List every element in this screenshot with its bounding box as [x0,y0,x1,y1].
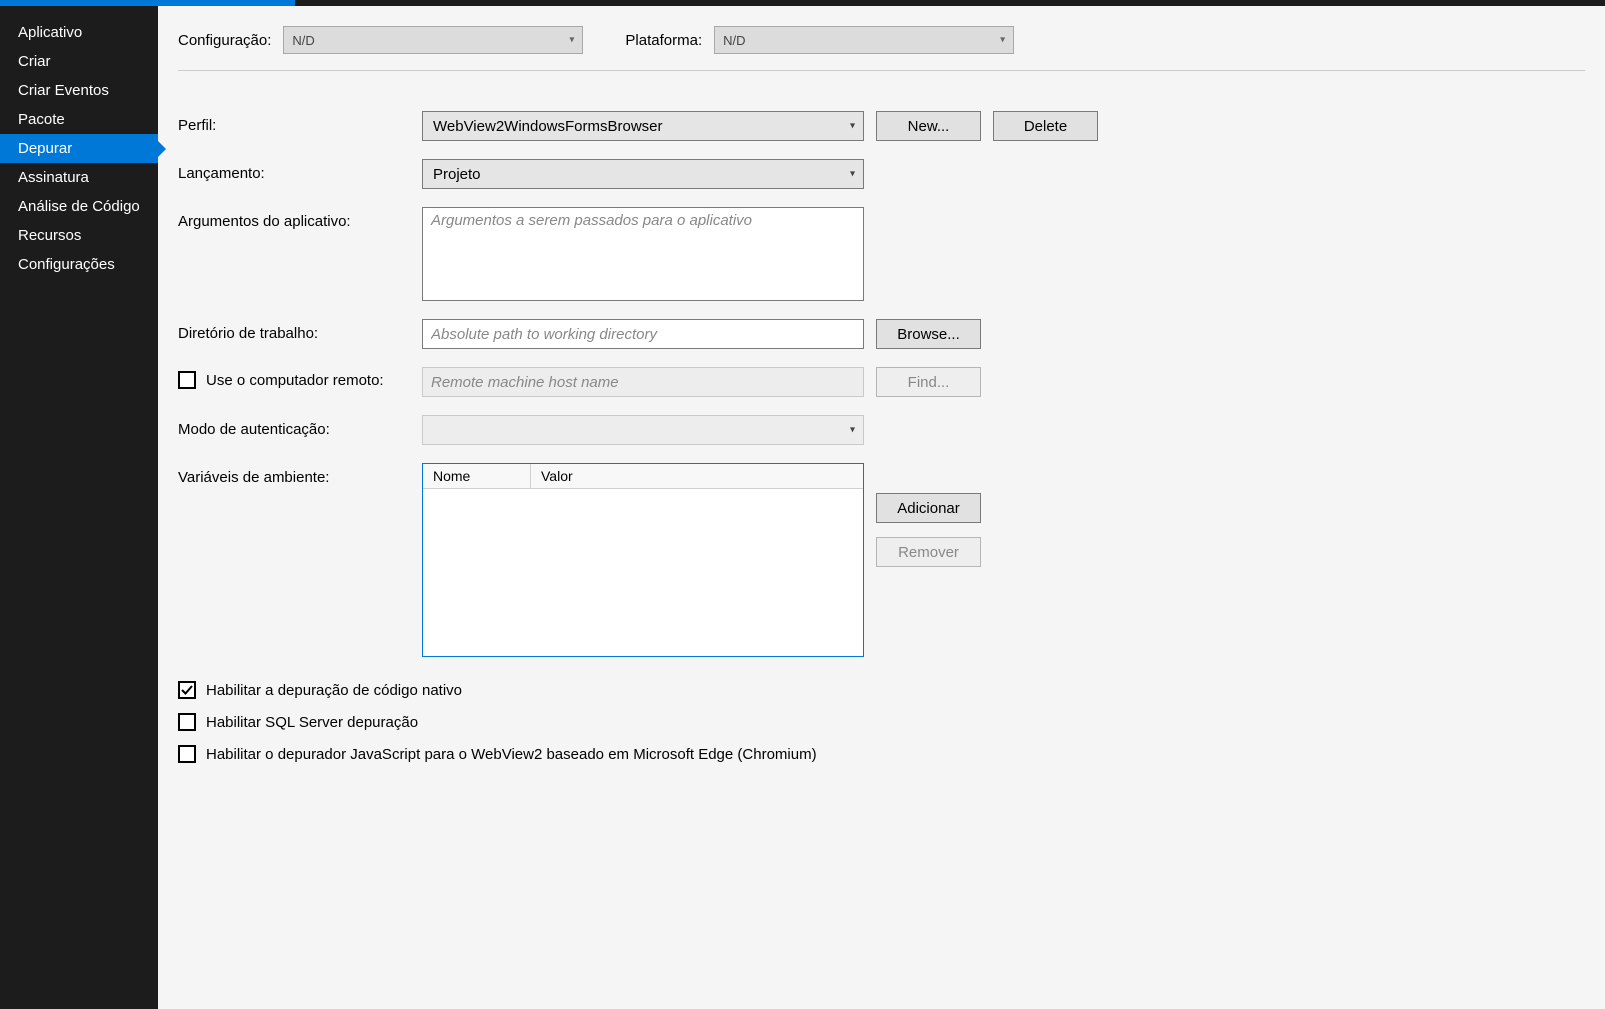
sidebar-item-build[interactable]: Criar [0,47,158,76]
use-remote-label: Use o computador remoto: [206,372,384,389]
profile-select[interactable]: WebView2WindowsFormsBrowser ▾ [422,111,864,141]
sidebar-item-label: Aplicativo [18,24,82,41]
chevron-down-icon: ▾ [850,121,855,132]
platform-label: Plataforma: [625,32,702,49]
env-col-value: Valor [531,464,863,488]
sidebar: Aplicativo Criar Criar Eventos Pacote De… [0,6,158,1009]
configuration-combo[interactable]: N/D ▾ [283,26,583,54]
auth-mode-select: ▾ [422,415,864,445]
sidebar-item-label: Recursos [18,227,81,244]
sidebar-item-package[interactable]: Pacote [0,105,158,134]
configuration-label: Configuração: [178,32,271,49]
chevron-down-icon: ▾ [850,425,855,436]
content-pane: Configuração: N/D ▾ Plataforma: N/D ▾ Pe… [158,6,1605,1009]
profile-value: WebView2WindowsFormsBrowser [433,118,663,135]
sidebar-item-label: Análise de Código [18,198,140,215]
sidebar-item-label: Pacote [18,111,65,128]
use-remote-checkbox[interactable] [178,371,196,389]
launch-select[interactable]: Projeto ▾ [422,159,864,189]
app-args-label: Argumentos do aplicativo: [178,207,422,230]
delete-profile-button[interactable]: Delete [993,111,1098,141]
new-profile-button[interactable]: New... [876,111,981,141]
sidebar-item-label: Criar [18,53,51,70]
workdir-input[interactable] [422,319,864,349]
sidebar-item-label: Criar Eventos [18,82,109,99]
sidebar-item-build-events[interactable]: Criar Eventos [0,76,158,105]
find-button: Find... [876,367,981,397]
native-debug-checkbox[interactable] [178,681,196,699]
env-vars-grid[interactable]: Nome Valor [422,463,864,657]
chevron-down-icon: ▾ [1000,35,1005,46]
sidebar-item-label: Depurar [18,140,72,157]
sidebar-item-application[interactable]: Aplicativo [0,18,158,47]
platform-combo[interactable]: N/D ▾ [714,26,1014,54]
sql-debug-checkbox[interactable] [178,713,196,731]
remove-env-button: Remover [876,537,981,567]
sql-debug-label: Habilitar SQL Server depuração [206,714,418,731]
auth-mode-label: Modo de autenticação: [178,415,422,438]
sidebar-item-code-analysis[interactable]: Análise de Código [0,192,158,221]
browse-button[interactable]: Browse... [876,319,981,349]
sidebar-item-resources[interactable]: Recursos [0,221,158,250]
platform-value: N/D [723,33,745,48]
sidebar-item-debug[interactable]: Depurar [0,134,158,163]
chevron-down-icon: ▾ [850,169,855,180]
add-env-button[interactable]: Adicionar [876,493,981,523]
js-debug-label: Habilitar o depurador JavaScript para o … [206,746,817,763]
native-debug-label: Habilitar a depuração de código nativo [206,682,462,699]
workdir-label: Diretório de trabalho: [178,319,422,342]
env-vars-label: Variáveis de ambiente: [178,463,422,486]
chevron-down-icon: ▾ [569,35,574,46]
js-debug-checkbox[interactable] [178,745,196,763]
configuration-value: N/D [292,33,314,48]
launch-label: Lançamento: [178,159,422,182]
sidebar-item-label: Assinatura [18,169,89,186]
config-bar: Configuração: N/D ▾ Plataforma: N/D ▾ [178,26,1585,71]
remote-host-input [422,367,864,397]
env-col-name: Nome [423,464,531,488]
sidebar-item-label: Configurações [18,256,115,273]
app-args-textarea[interactable] [422,207,864,301]
sidebar-item-signing[interactable]: Assinatura [0,163,158,192]
launch-value: Projeto [433,166,481,183]
profile-label: Perfil: [178,111,422,134]
sidebar-item-settings[interactable]: Configurações [0,250,158,279]
